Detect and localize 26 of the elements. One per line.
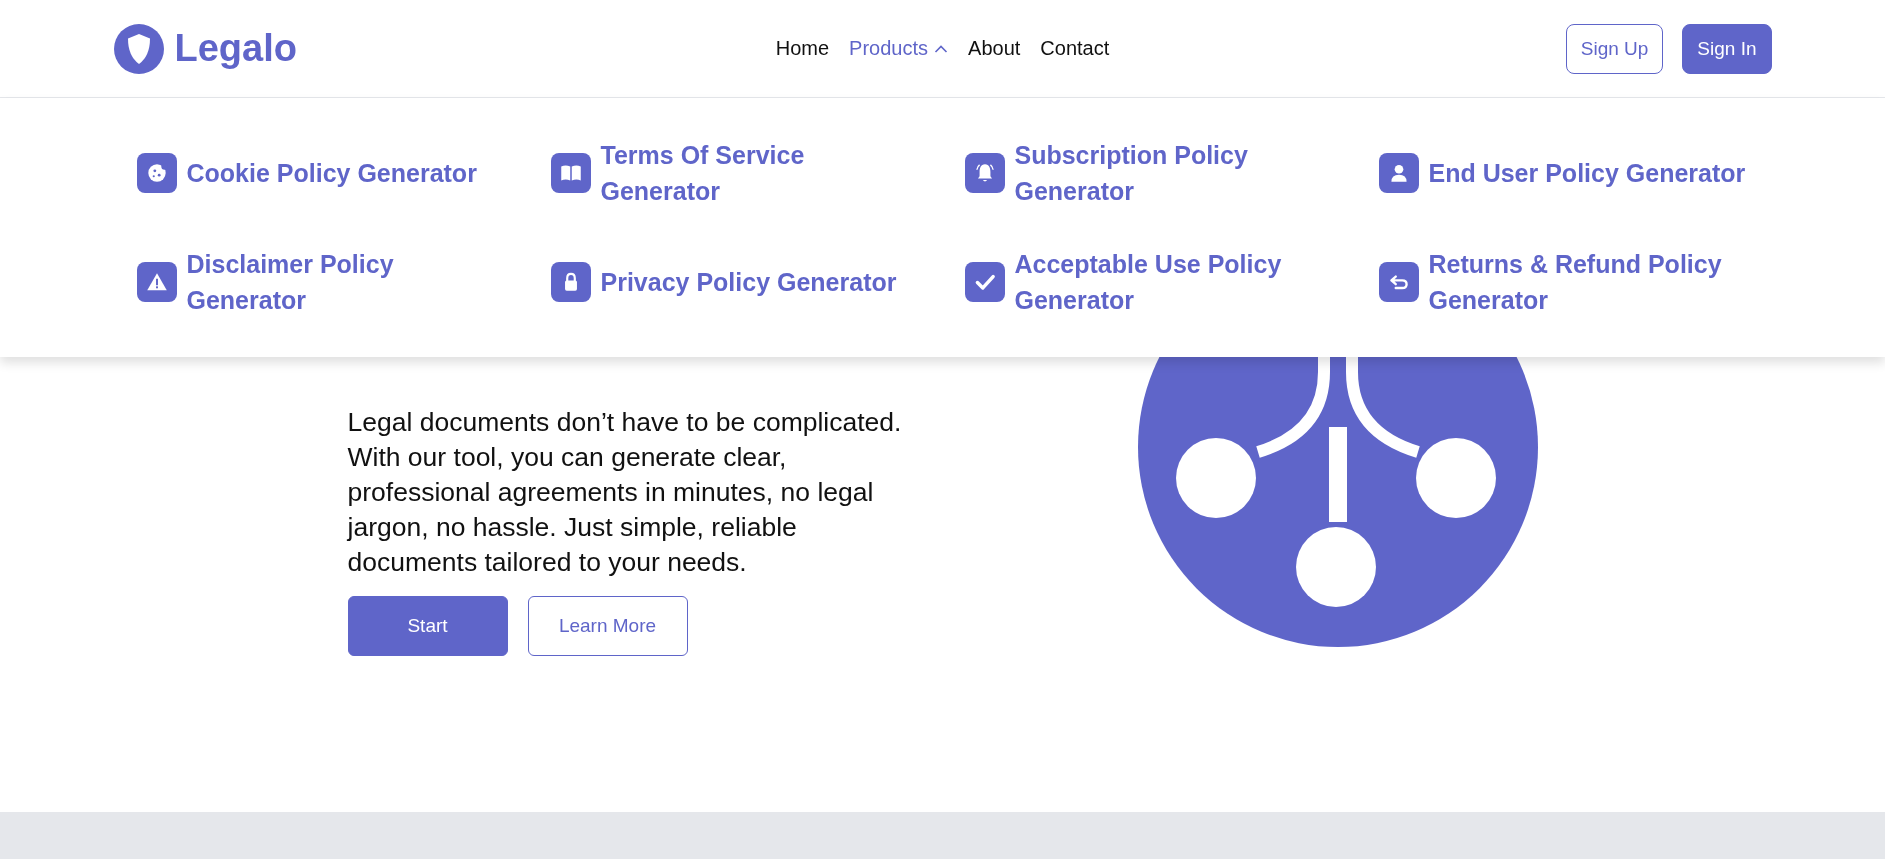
cookie-icon: [136, 153, 177, 193]
start-button[interactable]: Start: [347, 596, 508, 656]
nav-link[interactable]: Home: [775, 37, 830, 60]
check-icon: [964, 262, 1005, 302]
nav-link[interactable]: About: [968, 37, 1021, 60]
menu-item-link[interactable]: Acceptable Use Policy Generator: [1014, 246, 1335, 318]
menu-item-link[interactable]: Disclaimer Policy Generator: [186, 246, 507, 318]
nav-link[interactable]: Products: [849, 37, 949, 60]
sign-up-button[interactable]: Sign Up: [1565, 23, 1664, 74]
menu-item-link[interactable]: Terms Of Service Generator: [600, 137, 921, 209]
bell-icon: [964, 153, 1005, 193]
nav-link[interactable]: Contact: [1040, 37, 1110, 60]
warning-icon: [136, 262, 177, 302]
brand-name[interactable]: Legalo: [174, 27, 297, 70]
learn-more-button[interactable]: Learn More: [527, 596, 688, 656]
sign-in-button[interactable]: Sign In: [1682, 23, 1772, 74]
menu-item-link[interactable]: End User Policy Generator: [1428, 155, 1749, 191]
user-icon: [1378, 153, 1419, 193]
book-icon: [550, 153, 591, 193]
shield-logo-icon: [113, 23, 164, 74]
menu-item-link[interactable]: Subscription Policy Generator: [1014, 137, 1335, 209]
lock-icon: [550, 262, 591, 302]
hero-description: Legal documents don’t have to be complicated. With our tool, you can generate clear, professional agreements in minutes, no legal jargon, no hassle. Just simple, reliable documents tailored to your needs.: [347, 406, 903, 579]
menu-item-link[interactable]: Returns & Refund Policy Generator: [1428, 246, 1749, 318]
menu-item-link[interactable]: Privacy Policy Generator: [600, 264, 921, 300]
menu-item-link[interactable]: Cookie Policy Generator: [186, 155, 507, 191]
